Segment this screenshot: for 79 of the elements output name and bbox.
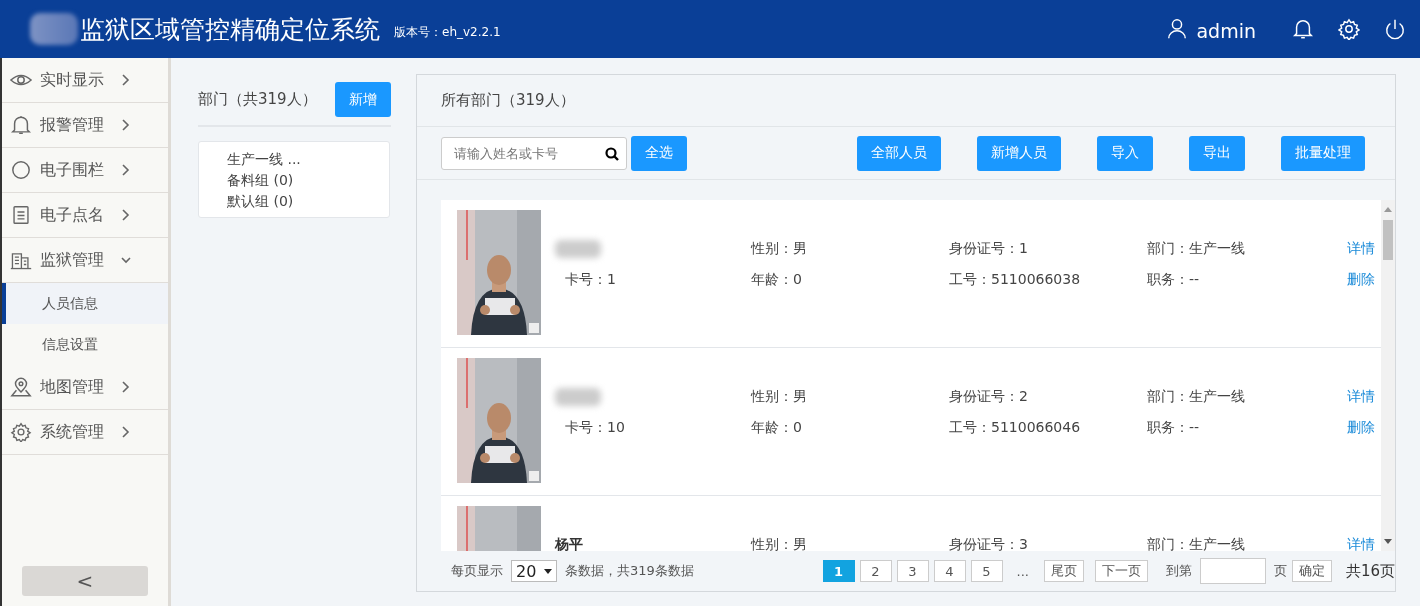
page-button[interactable]: 3 — [896, 560, 929, 582]
bell-icon — [10, 115, 32, 135]
gender-field: 性别：男 — [751, 240, 949, 271]
gender-field: 性别：男 — [751, 388, 949, 419]
nav-item[interactable]: 报警管理 — [2, 103, 168, 148]
logo-icon — [30, 13, 78, 45]
scroll-down-icon[interactable] — [1384, 539, 1392, 545]
power-icon[interactable] — [1384, 18, 1406, 40]
delete-link[interactable]: 删除 — [1347, 271, 1375, 302]
nav-item[interactable]: 地图管理 — [2, 365, 168, 410]
next-page-button[interactable]: 下一页 — [1094, 560, 1148, 582]
user-icon[interactable] — [1166, 18, 1189, 40]
confirm-button[interactable]: 确定 — [1291, 560, 1332, 582]
page-unit-label: 页 — [1273, 562, 1287, 580]
document-icon — [10, 205, 32, 225]
age-field: 年龄：0 — [751, 419, 949, 450]
nav-item[interactable]: 实时显示 — [2, 58, 168, 103]
nav-item[interactable]: 系统管理 — [2, 410, 168, 455]
chevron-right-icon — [120, 381, 132, 393]
detail-link[interactable]: 详情 — [1347, 240, 1375, 271]
department-field: 部门：生产一线 — [1147, 536, 1347, 551]
collapse-button[interactable]: < — [22, 566, 148, 596]
card-number-field: 卡号：10 — [555, 419, 751, 450]
chevron-right-icon — [120, 164, 132, 176]
chevron-right-icon — [120, 426, 132, 438]
id-number-field: 身份证号：2 — [949, 388, 1147, 419]
notification-icon[interactable] — [1292, 18, 1314, 40]
chevron-right-icon — [120, 74, 132, 86]
scroll-thumb[interactable] — [1383, 220, 1393, 260]
page-input[interactable] — [1199, 558, 1266, 584]
work-number-field: 工号：5110066046 — [949, 419, 1147, 450]
version-label: 版本号：eh_v2.2.1 — [394, 23, 501, 41]
id-number-field: 身份证号：3 — [949, 536, 1147, 551]
page-button[interactable]: 5 — [970, 560, 1003, 582]
department-field: 部门：生产一线 — [1147, 388, 1347, 419]
app-title: 监狱区域管控精确定位系统 — [80, 13, 380, 46]
age-field: 年龄：0 — [751, 271, 949, 302]
nav-subitem[interactable]: 信息设置 — [2, 324, 168, 365]
card-number-field: 卡号：1 — [555, 271, 751, 302]
page-size-select[interactable]: 20 — [511, 560, 557, 582]
gender-field: 性别：男 — [751, 536, 949, 551]
person-name: 杨平 — [555, 536, 584, 551]
circle-icon — [10, 160, 32, 180]
search-icon — [605, 146, 619, 161]
record-summary: 条数据，共319条数据 — [565, 562, 694, 580]
nav-subitem[interactable]: 人员信息 — [2, 283, 168, 324]
map-pin-icon — [10, 377, 32, 397]
building-icon — [10, 250, 32, 270]
department-field: 部门：生产一线 — [1147, 240, 1347, 271]
chevron-right-icon — [120, 119, 132, 131]
detail-link[interactable]: 详情 — [1347, 388, 1375, 419]
delete-link[interactable]: 删除 — [1347, 419, 1375, 450]
nav-item[interactable]: 电子围栏 — [2, 148, 168, 193]
panel-title: 所有部门（319人） — [417, 75, 1395, 127]
duty-field: 职务：-- — [1147, 419, 1347, 450]
chevron-down-icon — [120, 255, 132, 265]
search-field[interactable]: 请输入姓名或卡号 — [441, 136, 627, 170]
chevron-right-icon — [120, 209, 132, 221]
work-number-field: 工号：5110066038 — [949, 271, 1147, 302]
page-ellipsis: ... — [1016, 563, 1029, 579]
detail-link[interactable]: 详情 — [1347, 536, 1375, 551]
settings-icon[interactable] — [1338, 18, 1360, 40]
department-item[interactable]: 备料组 (0) — [227, 172, 389, 190]
username[interactable]: admin — [1196, 20, 1256, 42]
last-page-button[interactable]: 尾页 — [1043, 560, 1084, 582]
gear-icon — [10, 422, 32, 442]
page-total: 共16页 — [1345, 561, 1395, 581]
page-button[interactable]: 4 — [933, 560, 966, 582]
per-page-label: 每页显示 — [451, 562, 503, 580]
duty-field: 职务：-- — [1147, 271, 1347, 302]
panel-title: 部门（共319人） — [198, 90, 317, 109]
id-number-field: 身份证号：1 — [949, 240, 1147, 271]
department-item[interactable]: 默认组 (0) — [227, 193, 389, 211]
scrollbar[interactable] — [1381, 200, 1395, 551]
nav-item[interactable]: 电子点名 — [2, 193, 168, 238]
page-button[interactable]: 2 — [859, 560, 892, 582]
department-item[interactable]: 生产一线 ... — [227, 151, 389, 169]
goto-label: 到第 — [1165, 562, 1192, 580]
dropdown-icon — [544, 568, 552, 574]
